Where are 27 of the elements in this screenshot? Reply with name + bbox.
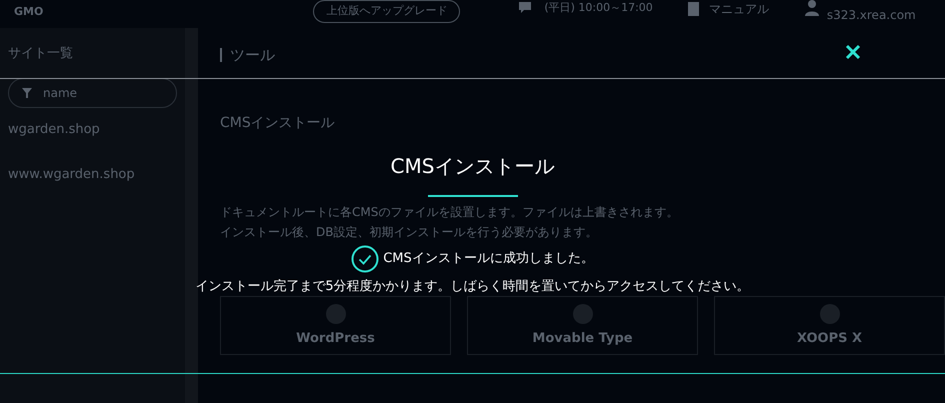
cms-logo-icon [818,302,840,324]
cms-card[interactable]: XOOPS X [714,296,945,355]
close-icon [845,44,861,60]
account-name: s323.xrea.com [826,7,916,24]
modal-title: CMSインストール [390,153,554,179]
description-text: ドキュメントルートに各CMSのファイルを設置します。ファイルは上書きされます。 [220,204,678,220]
manual-link[interactable]: マニュアル [686,0,769,18]
description-text: インストール後、DB設定、初期インストールを行う必要があります。 [220,224,598,240]
section-title: CMSインストール [220,114,335,132]
site-item[interactable]: www.wgarden.shop [0,165,135,184]
sidebar-title: サイト一覧 [7,45,73,63]
upgrade-button[interactable]: 上位版へアップグレード [313,0,460,22]
scrollbar[interactable] [185,28,198,403]
install-note: インストール完了まで5分程度かかります。しばらく時間を置いてからアクセスしてください。 [195,278,750,296]
cms-logo-icon [324,302,346,324]
close-button[interactable] [845,44,861,60]
user-icon [804,0,819,16]
check-circle-icon [351,245,380,273]
cms-card[interactable]: Movable Type [467,296,698,355]
cms-logo-icon [572,302,594,324]
cms-card[interactable]: WordPress [220,296,451,355]
site-item[interactable]: wgarden.shop [0,120,100,139]
logo: GMO [14,4,44,20]
support-hours: (平日) 10:00～17:00 [544,0,653,16]
filter-icon [22,88,32,98]
page-heading: ツール [230,45,275,66]
success-message: CMSインストールに成功しました。 [383,250,594,268]
